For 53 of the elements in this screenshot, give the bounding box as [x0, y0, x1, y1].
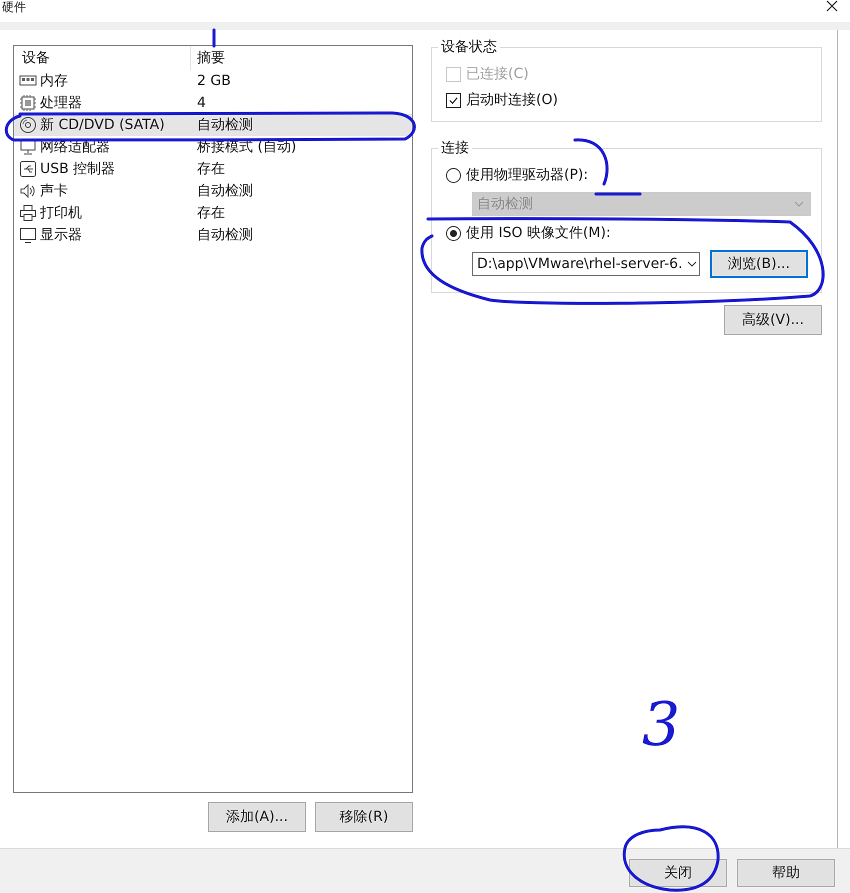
checkbox[interactable] [446, 92, 461, 108]
radio-label: 使用 ISO 映像文件(M): [466, 224, 611, 242]
group-title: 连接 [438, 139, 472, 157]
table-cell-text: 自动检测 [196, 226, 253, 244]
radio-button[interactable] [446, 226, 461, 240]
column-header[interactable]: 设备 [14, 46, 191, 70]
handwritten-number: 3 [642, 690, 680, 760]
close-button[interactable]: 关闭 [629, 859, 727, 887]
caret-icon [794, 201, 804, 207]
advanced-button[interactable]: 高级(V)... [724, 305, 822, 335]
close-icon[interactable] [826, 0, 838, 12]
column-header[interactable]: 摘要 [191, 46, 225, 70]
table-cell: 内存 [40, 72, 68, 90]
group-title: 设备状态 [438, 38, 500, 56]
window-title: 硬件 [2, 0, 26, 14]
list-row[interactable]: 处理器 4 [14, 92, 412, 114]
drive-dropdown: 自动检测 [472, 192, 811, 216]
help-button[interactable]: 帮助 [737, 859, 835, 887]
table-cell-text: 存在 [196, 160, 225, 178]
list-row[interactable]: 内存 2 GB [14, 70, 412, 92]
chip-icon [19, 94, 37, 112]
table-cell-text: 2 GB [196, 73, 231, 89]
caret-icon [686, 261, 697, 267]
table-cell-text: 自动检测 [196, 116, 253, 134]
table-cell: 新 CD/DVD (SATA) [40, 116, 165, 134]
table-cell: 声卡 [40, 182, 68, 200]
iso-path-field[interactable]: D:\app\VMware\rhel-server-6. [472, 252, 700, 276]
checkbox-label: 启动时连接(O) [466, 91, 558, 109]
browse-button[interactable]: 浏览(B)... [710, 250, 808, 278]
radio-button[interactable] [446, 168, 461, 182]
checkbox-label: 已连接(C) [466, 65, 529, 83]
usb-icon [19, 160, 37, 178]
table-cell: USB 控制器 [40, 160, 116, 178]
table-cell-text: 4 [196, 95, 206, 111]
speaker-icon [19, 182, 37, 200]
table-cell: 处理器 [40, 94, 82, 112]
list-row[interactable]: 新 CD/DVD (SATA) 自动检测 [14, 114, 412, 136]
printer-icon [19, 204, 37, 222]
check-icon [448, 94, 459, 106]
list-row[interactable]: 打印机 存在 [14, 202, 412, 224]
radio-label: 使用物理驱动器(P): [466, 166, 588, 184]
add-button[interactable]: 添加(A)... [208, 802, 306, 832]
table-cell: 显示器 [40, 226, 82, 244]
table-cell-text: 存在 [196, 204, 225, 222]
table-cell: 打印机 [40, 204, 82, 222]
remove-button[interactable]: 移除(R) [315, 802, 413, 832]
disc-icon [19, 116, 37, 134]
list-row[interactable]: 声卡 自动检测 [14, 180, 412, 202]
table-cell-text: 自动检测 [196, 182, 253, 200]
hand-drawn-line [212, 28, 216, 48]
list-row[interactable]: 显示器 自动检测 [14, 224, 412, 246]
monitor-icon [19, 226, 37, 244]
list-row[interactable]: USB 控制器 存在 [14, 158, 412, 180]
